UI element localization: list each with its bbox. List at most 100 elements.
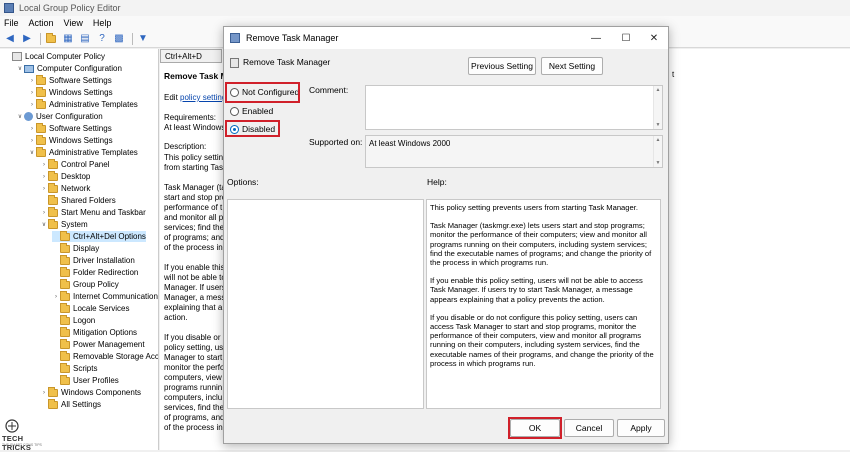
- highlight-ok: [508, 417, 562, 439]
- tree-item[interactable]: Folder Redirection: [52, 266, 139, 278]
- navigation-tree[interactable]: Local Computer Policy ∨ Computer Configura…: [0, 49, 159, 450]
- tree-item-label: Scripts: [73, 364, 98, 373]
- radio-enabled[interactable]: Enabled: [230, 106, 273, 116]
- tree-item[interactable]: Local Computer Policy: [4, 51, 105, 62]
- folder-up-icon[interactable]: [44, 32, 58, 46]
- tree-item[interactable]: › Windows Components: [40, 386, 141, 398]
- tree-item[interactable]: Locale Services: [52, 302, 129, 314]
- app-title: Local Group Policy Editor: [19, 3, 121, 13]
- tree-item[interactable]: ∨ System: [40, 218, 88, 230]
- help-panel[interactable]: This policy setting prevents users from …: [426, 199, 661, 409]
- watermark-logo: TECH TRICKS THE SMART CONS TIPS: [2, 418, 48, 452]
- tree-item[interactable]: ∨ User Configuration: [16, 111, 103, 122]
- tree-item[interactable]: Power Management: [52, 338, 145, 350]
- folder-icon: [36, 134, 46, 145]
- close-icon[interactable]: ✕: [639, 27, 669, 49]
- menu-file[interactable]: File: [4, 18, 19, 28]
- scroll-up-icon[interactable]: ▲: [654, 136, 662, 144]
- tree-item[interactable]: › Network: [40, 182, 90, 194]
- supported-on-label: Supported on:: [309, 137, 363, 147]
- user-icon: [24, 112, 33, 121]
- toolbar-divider: [132, 32, 133, 45]
- scroll-up-icon[interactable]: ▲: [654, 86, 662, 94]
- chevron-right-icon[interactable]: ›: [28, 78, 36, 84]
- menu-view[interactable]: View: [64, 18, 83, 28]
- tree-item-label: Display: [73, 244, 100, 253]
- tree-item[interactable]: Logon: [52, 314, 95, 326]
- chevron-down-icon[interactable]: ∨: [40, 221, 48, 228]
- tree-item[interactable]: Ctrl+Alt+Del Options: [52, 230, 146, 242]
- menu-help[interactable]: Help: [93, 18, 112, 28]
- edit-policy-link[interactable]: policy setting: [180, 93, 226, 102]
- supported-scrollbar[interactable]: ▲ ▼: [653, 136, 662, 167]
- tree-item[interactable]: › Windows Settings: [28, 86, 113, 98]
- column-header-state[interactable]: t: [672, 70, 674, 79]
- cancel-button[interactable]: Cancel: [564, 419, 614, 437]
- tree-item[interactable]: ∨ Administrative Templates: [28, 146, 138, 158]
- tree-item[interactable]: Group Policy: [52, 278, 119, 290]
- chevron-right-icon[interactable]: ›: [28, 102, 36, 108]
- tree-item-label: Folder Redirection: [73, 268, 139, 277]
- tree-item-label: Administrative Templates: [49, 100, 138, 109]
- tree-item[interactable]: Mitigation Options: [52, 326, 137, 338]
- filter-icon[interactable]: ▼: [136, 32, 150, 46]
- tree-item-label: Removable Storage Acces: [73, 352, 159, 361]
- tree-item[interactable]: › Software Settings: [28, 122, 112, 134]
- chevron-right-icon[interactable]: ›: [40, 162, 48, 168]
- next-setting-button[interactable]: Next Setting: [541, 57, 603, 75]
- apply-button[interactable]: Apply: [617, 419, 665, 437]
- tree-item[interactable]: › Desktop: [40, 170, 90, 182]
- tree-item[interactable]: Scripts: [52, 362, 98, 374]
- tree-item[interactable]: ∨ Computer Configuration: [16, 63, 122, 74]
- scroll-down-icon[interactable]: ▼: [654, 121, 662, 129]
- export-list-icon[interactable]: ▤: [78, 32, 92, 46]
- comment-scrollbar[interactable]: ▲ ▼: [653, 86, 662, 129]
- tree-item[interactable]: User Profiles: [52, 374, 119, 386]
- folder-icon: [36, 122, 46, 133]
- tree-item[interactable]: › Internet Communication: [52, 290, 158, 302]
- tree-item[interactable]: All Settings: [40, 398, 101, 410]
- tree-item[interactable]: › Administrative Templates: [28, 98, 138, 110]
- previous-setting-button[interactable]: Previous Setting: [468, 57, 536, 75]
- chevron-right-icon[interactable]: ›: [52, 294, 60, 300]
- maximize-icon[interactable]: ☐: [611, 27, 641, 49]
- folder-icon: [60, 362, 70, 373]
- tree-item[interactable]: › Start Menu and Taskbar: [40, 206, 146, 218]
- chevron-right-icon[interactable]: ›: [40, 210, 48, 216]
- supported-on-value: At least Windows 2000: [369, 139, 451, 148]
- chevron-down-icon[interactable]: ∨: [16, 113, 24, 120]
- chevron-right-icon[interactable]: ›: [28, 138, 36, 144]
- description-line: Manager, a mess: [164, 293, 226, 302]
- tree-item[interactable]: › Software Settings: [28, 74, 112, 86]
- description-line: performance of t: [164, 203, 223, 212]
- tree-item[interactable]: › Windows Settings: [28, 134, 113, 146]
- policy-icon: [230, 33, 240, 43]
- properties-icon[interactable]: ▩: [112, 32, 126, 46]
- tree-item[interactable]: Driver Installation: [52, 254, 135, 266]
- chevron-right-icon[interactable]: ›: [28, 126, 36, 132]
- chevron-right-icon[interactable]: ›: [40, 186, 48, 192]
- tree-item[interactable]: › Control Panel: [40, 158, 109, 170]
- scroll-down-icon[interactable]: ▼: [654, 159, 662, 167]
- menu-action[interactable]: Action: [29, 18, 54, 28]
- minimize-icon[interactable]: —: [581, 27, 611, 49]
- comment-textbox[interactable]: ▲ ▼: [365, 85, 663, 130]
- chevron-down-icon[interactable]: ∨: [28, 149, 36, 156]
- help-paragraph: If you enable this policy setting, users…: [430, 276, 643, 304]
- tree-item[interactable]: Display: [52, 242, 100, 254]
- chevron-right-icon[interactable]: ›: [40, 390, 48, 396]
- folder-icon: [60, 338, 70, 349]
- help-icon[interactable]: ?: [95, 32, 109, 46]
- setting-icon: [230, 58, 239, 68]
- back-arrow-icon[interactable]: ◀: [3, 32, 17, 46]
- extended-tab[interactable]: Ctrl+Alt+D: [160, 49, 222, 63]
- tree-item[interactable]: Shared Folders: [40, 194, 116, 206]
- folder-icon: [60, 350, 70, 361]
- chevron-down-icon[interactable]: ∨: [16, 65, 24, 72]
- tree-item[interactable]: Removable Storage Acces: [52, 350, 159, 362]
- radio-circle[interactable]: [230, 106, 239, 116]
- show-hide-tree-icon[interactable]: ▦: [61, 32, 75, 46]
- chevron-right-icon[interactable]: ›: [28, 90, 36, 96]
- forward-arrow-icon[interactable]: ▶: [20, 32, 34, 46]
- chevron-right-icon[interactable]: ›: [40, 174, 48, 180]
